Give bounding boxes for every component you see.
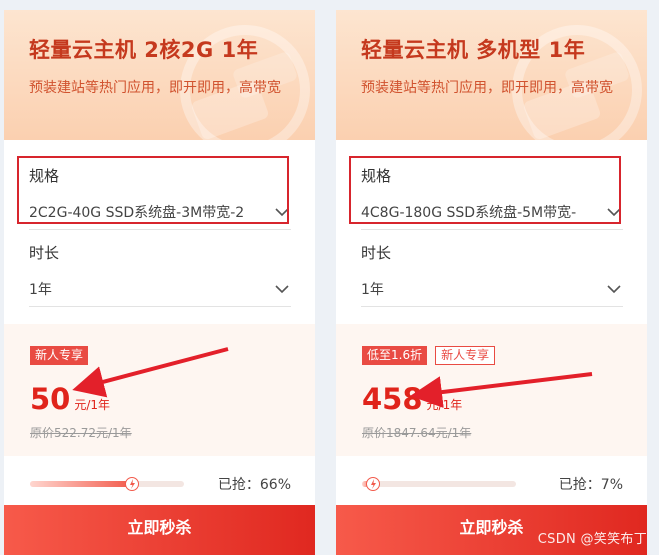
- price: 458 元/1年: [362, 382, 462, 416]
- tag-badge: 新人专享: [30, 346, 89, 365]
- spec-highlight-box: [17, 156, 289, 224]
- card-title: 轻量云主机 2核2G 1年: [29, 38, 259, 62]
- duration-select[interactable]: 1年: [29, 271, 291, 307]
- tag-badge: 新人专享: [435, 346, 496, 365]
- sold-percentage: 已抢：7%: [558, 477, 623, 493]
- watermark: CSDN @笑笑布丁: [537, 532, 647, 547]
- product-card-2: 轻量云主机 多机型 1年 预装建站等热门应用，即开即用，高带宽 规格 4C8G-…: [336, 10, 647, 555]
- chevron-down-icon: [607, 284, 621, 293]
- discount-badge: 低至1.6折: [362, 346, 428, 365]
- original-price: 原价522.72元/1年: [30, 426, 132, 440]
- card-title: 轻量云主机 多机型 1年: [361, 38, 586, 62]
- price-value: 458: [362, 382, 423, 416]
- duration-label: 时长: [29, 244, 60, 262]
- price-unit: 元/1年: [426, 398, 463, 412]
- duration-select[interactable]: 1年: [361, 271, 623, 307]
- buy-now-button[interactable]: 立即秒杀: [4, 505, 315, 555]
- price-value: 50: [30, 382, 71, 416]
- sold-progress-fill: [30, 481, 132, 487]
- card-header: 轻量云主机 2核2G 1年 预装建站等热门应用，即开即用，高带宽: [4, 10, 315, 140]
- duration-field: 时长 1年: [361, 242, 623, 307]
- price: 50 元/1年: [30, 382, 110, 416]
- duration-label: 时长: [361, 244, 392, 262]
- chevron-down-icon: [275, 284, 289, 293]
- spec-highlight-box: [349, 156, 621, 224]
- flame-icon: [124, 477, 139, 491]
- promo-section: 新人专享 50 元/1年 原价522.72元/1年: [4, 324, 315, 456]
- card-description: 预装建站等热门应用，即开即用，高带宽: [361, 80, 613, 96]
- sold-percentage: 已抢：66%: [217, 477, 291, 493]
- card-description: 预装建站等热门应用，即开即用，高带宽: [29, 80, 281, 96]
- duration-value: 1年: [361, 281, 384, 298]
- price-unit: 元/1年: [74, 398, 111, 412]
- duration-value: 1年: [29, 281, 52, 298]
- tag-list: 低至1.6折 新人专享: [362, 346, 496, 365]
- tag-list: 新人专享: [30, 346, 89, 365]
- original-price: 原价1847.64元/1年: [362, 426, 472, 440]
- promo-section: 低至1.6折 新人专享 458 元/1年 原价1847.64元/1年: [336, 324, 647, 456]
- sold-progress-bar: [30, 477, 184, 491]
- product-card-1: 轻量云主机 2核2G 1年 预装建站等热门应用，即开即用，高带宽 规格 2C2G…: [4, 10, 315, 555]
- sold-progress-bar: [362, 477, 516, 491]
- flame-icon: [365, 477, 380, 491]
- duration-field: 时长 1年: [29, 242, 291, 307]
- card-header: 轻量云主机 多机型 1年 预装建站等热门应用，即开即用，高带宽: [336, 10, 647, 140]
